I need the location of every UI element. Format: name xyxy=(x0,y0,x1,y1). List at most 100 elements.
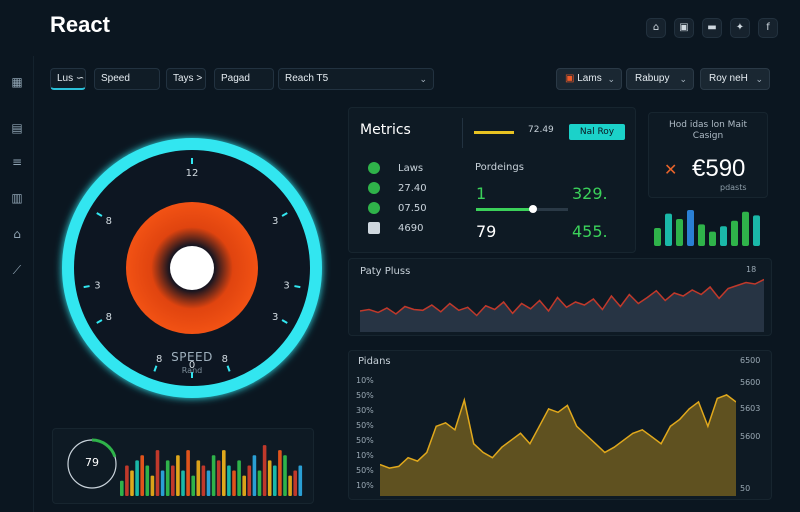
data-point xyxy=(416,460,419,462)
divider xyxy=(462,118,463,148)
data-point xyxy=(613,446,615,448)
settings-icon[interactable]: ✦ xyxy=(730,18,750,38)
slider-track[interactable] xyxy=(476,205,568,213)
gauge-tick-label: 3 xyxy=(272,312,278,323)
chart1-area xyxy=(360,278,764,332)
data-point xyxy=(521,302,523,305)
data-point xyxy=(519,432,522,434)
bottom-bar xyxy=(222,450,226,496)
metric-row-label: Laws xyxy=(398,162,424,174)
bottom-bar xyxy=(288,475,292,496)
data-point xyxy=(494,308,496,311)
data-point xyxy=(664,299,666,302)
metric-value-1: 1 xyxy=(476,184,487,203)
metric-row: 27.40 xyxy=(368,182,458,194)
data-point xyxy=(610,295,612,297)
chart2-y-tick-right: 50 xyxy=(740,484,751,493)
sidebar-item-home[interactable]: ⌂ xyxy=(9,226,25,242)
sidebar-item-list[interactable]: ≡ xyxy=(9,154,25,170)
bottom-bar xyxy=(206,470,211,496)
data-point xyxy=(716,397,718,399)
data-point xyxy=(660,443,662,445)
dropdown-label: Lams xyxy=(577,73,602,84)
data-point xyxy=(377,311,379,314)
dropdown-label: Roy neH xyxy=(709,73,748,84)
metric-value-3: 79 xyxy=(476,222,497,241)
flag-icon: ▣ xyxy=(565,73,578,84)
legend-line xyxy=(474,131,514,134)
filter-pagad[interactable]: Pagad xyxy=(214,68,274,90)
data-point xyxy=(422,309,424,311)
app-title: React xyxy=(50,12,110,37)
slider-fill xyxy=(476,208,534,211)
legend-button[interactable]: Nal Roy xyxy=(569,124,625,140)
data-point xyxy=(538,425,540,427)
metric-row-icon xyxy=(368,222,380,234)
data-point xyxy=(485,305,487,307)
dropdown-label: Rabupy xyxy=(635,73,670,84)
bottom-bar xyxy=(211,455,216,496)
data-point xyxy=(435,425,437,427)
data-point xyxy=(388,467,390,469)
gauge-sublabel: Rand xyxy=(181,366,203,375)
metric-row: 07.50 xyxy=(368,202,458,214)
filter-tab-lus[interactable]: Lus ∽ xyxy=(50,68,86,90)
chart2-y-tick-left: 50% xyxy=(356,391,374,400)
area-fill xyxy=(360,279,764,332)
data-point xyxy=(482,451,484,454)
data-point xyxy=(682,295,684,297)
gauge-tick-label: 8 xyxy=(106,216,112,227)
data-point xyxy=(619,305,621,308)
data-point xyxy=(646,296,648,299)
home-icon[interactable]: ⌂ xyxy=(646,18,666,38)
metric-row: 4690 xyxy=(368,222,458,234)
dropdown-roy[interactable]: Roy neH ⌄ xyxy=(700,68,770,90)
data-point xyxy=(473,443,475,445)
filter-speed[interactable]: Speed xyxy=(94,68,160,90)
filter-tays[interactable]: Tays > xyxy=(166,68,206,90)
filter-label: Speed xyxy=(101,73,130,84)
bottom-bar xyxy=(165,460,170,496)
dropdown-rabupy[interactable]: Rabupy ⌄ xyxy=(626,68,694,90)
chevron-down-icon: ⌄ xyxy=(419,74,427,84)
data-point xyxy=(669,425,672,427)
chart2-y-tick-left: 10% xyxy=(356,451,374,460)
dropdown-lams[interactable]: ▣ Lams ⌄ xyxy=(556,68,622,90)
data-point xyxy=(566,404,568,406)
sidebar-item-building[interactable]: ▥ xyxy=(9,190,25,206)
data-point xyxy=(548,408,550,410)
metric-row-label: 27.40 xyxy=(398,182,427,194)
sidebar-item-grid[interactable]: ▦ xyxy=(9,74,25,90)
kpi-bar xyxy=(676,219,683,246)
metric-row-icon xyxy=(368,202,380,214)
bottom-bar xyxy=(120,480,124,496)
kpi-sublabel: pdasts xyxy=(720,183,747,192)
chevron-down-icon: ⌄ xyxy=(607,74,615,84)
slider-thumb[interactable] xyxy=(529,205,538,213)
bottom-bar xyxy=(247,465,252,496)
calendar-icon[interactable]: ▣ xyxy=(674,18,694,38)
kpi-bar xyxy=(709,231,716,246)
facebook-icon[interactable]: f xyxy=(758,18,778,38)
folder-icon[interactable]: ▬ xyxy=(702,18,722,38)
data-point xyxy=(444,422,447,424)
bottom-bar xyxy=(262,445,267,496)
data-point xyxy=(557,411,559,413)
data-point xyxy=(529,308,532,310)
sidebar: ▦ ▤ ≡ ▥ ⌂ ⟋ xyxy=(0,56,34,512)
sidebar-item-link[interactable]: ⟋ xyxy=(9,262,25,278)
filter-reach-dropdown[interactable]: Reach T5 ⌄ xyxy=(278,68,434,90)
bottom-bar xyxy=(181,470,185,496)
bottom-bar xyxy=(273,465,277,496)
data-point xyxy=(413,308,415,311)
data-point xyxy=(565,306,568,308)
data-point xyxy=(594,443,597,445)
progress-ring-value: 79 xyxy=(85,456,99,469)
metric-row-icon xyxy=(368,162,380,174)
sidebar-item-calendar[interactable]: ▤ xyxy=(9,120,25,136)
data-point xyxy=(592,298,595,300)
bottom-bar xyxy=(216,460,221,496)
filter-label: Pagad xyxy=(221,73,250,84)
filter-label: Tays > xyxy=(173,73,203,84)
data-point xyxy=(576,425,578,427)
